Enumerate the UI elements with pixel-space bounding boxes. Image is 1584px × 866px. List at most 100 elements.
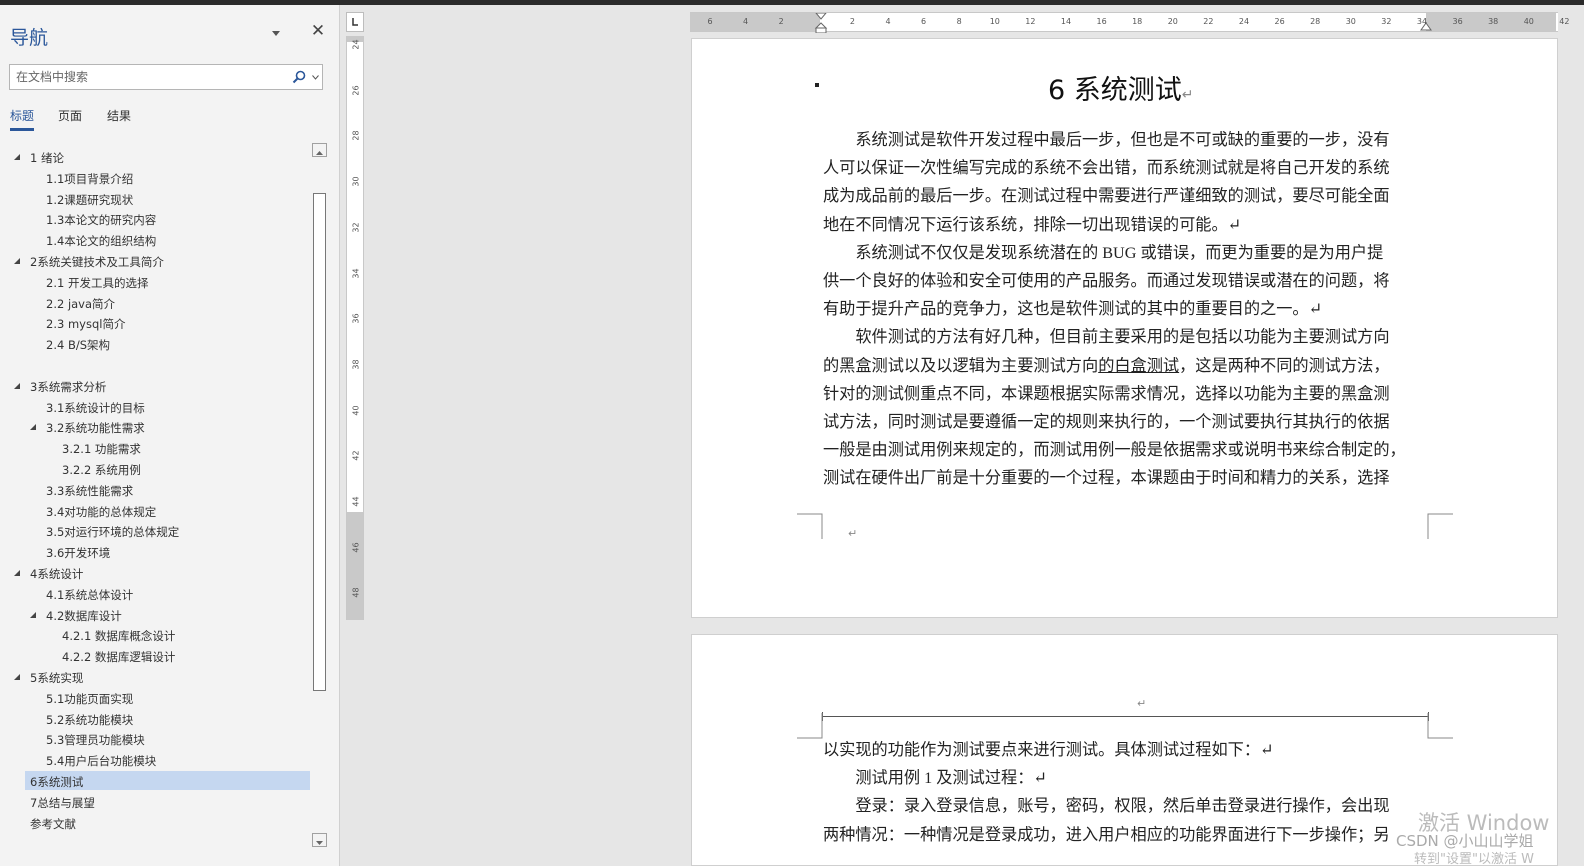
nav-heading-item[interactable]: 3.2.1 功能需求 <box>0 438 312 459</box>
tab-pages[interactable]: 页面 <box>58 107 82 124</box>
nav-heading-item[interactable]: 1.4本论文的组织结构 <box>0 230 312 251</box>
scroll-down-button[interactable] <box>312 833 327 847</box>
arrow-up-icon <box>316 151 323 155</box>
scrollbar-thumb[interactable] <box>313 193 326 691</box>
ruler-number: 14 <box>1060 17 1072 26</box>
close-icon[interactable]: ✕ <box>310 23 326 40</box>
nav-heading-item[interactable]: 2.1 开发工具的选择 <box>0 272 312 293</box>
active-tab-indicator <box>10 128 35 131</box>
nav-heading-item[interactable]: 3.4对功能的总体规定 <box>0 501 312 522</box>
body-text[interactable]: 以实现的功能作为测试要点来进行测试。具体测试过程如下：↵ 测试用例 1 及测试过… <box>823 736 1433 849</box>
nav-heading-item[interactable]: 1.1项目背景介绍 <box>0 168 312 189</box>
navigation-pane: 导航 ✕ 标题 页面 结果 1 绪论 1.1项目背景介绍 1.2课题研究现状 1.3本… <box>0 5 340 866</box>
heading-tree: 1 绪论 1.1项目背景介绍 1.2课题研究现状 1.3本论文的研究内容 1.4本论文的… <box>0 145 312 845</box>
text-line: 针对的测试侧重点不同，本课题根据实际需求情况，选择以功能为主要的黑盒测 <box>823 380 1433 408</box>
nav-heading-item[interactable]: 5系统实现 <box>0 667 312 688</box>
nav-heading-item[interactable]: 1.3本论文的研究内容 <box>0 209 312 230</box>
nav-heading-label: 2.3 mysql简介 <box>46 317 126 332</box>
collapse-triangle-icon[interactable] <box>13 673 21 681</box>
nav-heading-item[interactable]: 4.2.2 数据库逻辑设计 <box>0 646 312 667</box>
nav-heading-item[interactable]: 1.2课题研究现状 <box>0 189 312 210</box>
ruler-number: 34 <box>1416 17 1428 26</box>
nav-heading-item[interactable]: 3.2.2 系统用例 <box>0 459 312 480</box>
nav-heading-item[interactable]: 4.1系统总体设计 <box>0 584 312 605</box>
nav-heading-item[interactable]: 7总结与展望 <box>0 792 312 813</box>
collapse-triangle-icon[interactable] <box>13 569 21 577</box>
search-icon[interactable] <box>292 70 306 84</box>
ruler-number: 4 <box>885 17 891 26</box>
nav-heading-item[interactable]: 3.2系统功能性需求 <box>0 417 312 438</box>
body-text[interactable]: 系统测试是软件开发过程中最后一步，但也是不可或缺的重要的一步，没有 人可以保证一次… <box>823 126 1433 492</box>
nav-heading-label: 5系统实现 <box>30 671 84 685</box>
nav-heading-item[interactable]: 4系统设计 <box>0 563 312 584</box>
ruler-number: 36 <box>351 313 361 324</box>
nav-heading-label: 5.1功能页面实现 <box>46 691 134 706</box>
activation-watermark-sub: 转到"设置"以激活 W <box>1414 852 1534 866</box>
nav-heading-item[interactable]: 1 绪论 <box>0 147 312 168</box>
nav-heading-label: 5.4用户后台功能模块 <box>46 754 157 769</box>
text-line: 以实现的功能作为测试要点来进行测试。具体测试过程如下：↵ <box>823 741 1274 759</box>
nav-heading-item[interactable]: 3系统需求分析 <box>0 376 312 397</box>
nav-heading-item[interactable]: 3.3系统性能需求 <box>0 480 312 501</box>
collapse-triangle-icon[interactable] <box>13 153 21 161</box>
ruler-number: 42 <box>1559 17 1570 26</box>
arrow-down-icon <box>316 841 323 845</box>
text-run: 试方法，同时测试是要遵循一定的规则来执行的，一个测试要执行其执行的依据 <box>823 412 1390 431</box>
nav-heading-item[interactable]: 6系统测试 <box>0 771 312 792</box>
text-line: 软件测试的方法有好几种，但目前主要采用的是包括以功能为主要测试方向 <box>823 323 1433 351</box>
text-line: 测试在硬件出厂前是十分重要的一个过程，本课题由于时间和精力的关系，选择 <box>823 464 1433 492</box>
nav-heading-item[interactable] <box>0 355 312 376</box>
collapse-triangle-icon[interactable] <box>13 382 21 390</box>
nav-heading-item[interactable]: 2.2 java简介 <box>0 293 312 314</box>
text-line: 测试用例 1 及测试过程：↵ <box>823 769 1047 788</box>
underlined-text: 的白盒测试 <box>1098 356 1180 375</box>
ruler-number: 4 <box>743 17 749 26</box>
nav-heading-item[interactable]: 5.2系统功能模块 <box>0 709 312 730</box>
nav-heading-item[interactable]: 参考文献 <box>0 813 312 834</box>
tab-stop-selector[interactable] <box>346 12 364 32</box>
indent-marker-icon[interactable] <box>814 13 828 33</box>
nav-heading-item[interactable]: 4.2.1 数据库概念设计 <box>0 625 312 646</box>
collapse-triangle-icon[interactable] <box>29 423 37 431</box>
collapse-triangle-icon[interactable] <box>13 257 21 265</box>
scroll-up-button[interactable] <box>312 143 327 157</box>
ruler-number: 18 <box>1132 17 1143 26</box>
search-box <box>9 64 323 90</box>
collapse-triangle-icon[interactable] <box>29 611 37 619</box>
nav-heading-item[interactable]: 5.4用户后台功能模块 <box>0 750 312 771</box>
horizontal-ruler[interactable]: 6 4 2 2 4 6 8 10 12 14 16 18 20 22 24 26 28 30 32 34 36 38 40 4… <box>690 12 1569 33</box>
nav-heading-item[interactable]: 5.3管理员功能模块 <box>0 729 312 750</box>
tab-headings[interactable]: 标题 <box>10 107 35 131</box>
tab-left-icon <box>352 18 358 26</box>
text-line: 一般是由测试用例来规定的，而测试用例一般是依据需求或说明书来综合制定的， <box>823 436 1433 464</box>
nav-heading-label: 1.1项目背景介绍 <box>46 171 134 186</box>
nav-heading-item[interactable]: 2.4 B/S架构 <box>0 334 312 355</box>
nav-heading-item[interactable]: 2.3 mysql简介 <box>0 313 312 334</box>
vertical-ruler[interactable]: 24 26 28 30 32 34 36 38 40 42 44 46 48 <box>346 36 364 620</box>
nav-scrollbar[interactable] <box>312 143 327 847</box>
nav-heading-item[interactable]: 2系统关键技术及工具简介 <box>0 251 312 272</box>
ruler-number: 30 <box>1345 17 1356 26</box>
nav-heading-item[interactable]: 3.6开发环境 <box>0 542 312 563</box>
nav-heading-label: 3.6开发环境 <box>46 546 111 561</box>
ruler-number: 34 <box>351 267 361 279</box>
ruler-number: 24 <box>351 39 361 50</box>
chevron-down-icon[interactable] <box>270 28 282 38</box>
nav-heading-item[interactable]: 3.5对运行环境的总体规定 <box>0 521 312 542</box>
nav-heading-item[interactable]: 5.1功能页面实现 <box>0 688 312 709</box>
document-heading[interactable]: 6 系统测试↵ <box>1048 68 1194 107</box>
nav-heading-label: 4.2数据库设计 <box>46 608 122 623</box>
ruler-number: 12 <box>1025 17 1036 26</box>
tab-results[interactable]: 结果 <box>107 107 131 124</box>
text-run: 成为成品前的最后一步。在测试过程中需要进行严谨细致的测试，要尽可能全面 <box>823 187 1390 206</box>
ruler-number: 22 <box>1203 17 1214 26</box>
nav-heading-item[interactable]: 3.1系统设计的目标 <box>0 397 312 418</box>
nav-heading-label: 参考文献 <box>30 816 76 831</box>
chevron-down-icon[interactable] <box>312 75 319 80</box>
nav-heading-label: 2.4 B/S架构 <box>46 338 111 353</box>
text-run: 系统测试不仅仅是发现系统潜在的 BUG 或错误，而更为重要的是为用户提 <box>823 243 1384 262</box>
nav-heading-label: 4.2.1 数据库概念设计 <box>62 629 176 644</box>
search-input[interactable] <box>10 65 280 89</box>
paragraph-mark: ↵ <box>1181 87 1194 103</box>
nav-heading-item[interactable]: 4.2数据库设计 <box>0 605 312 626</box>
